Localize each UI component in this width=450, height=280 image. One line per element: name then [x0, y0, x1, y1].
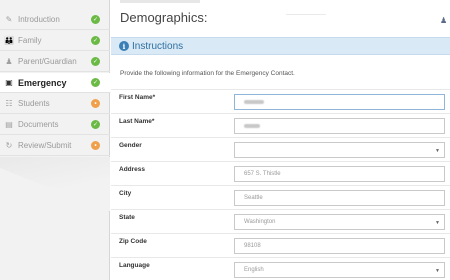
field-label: Zip Code [119, 238, 147, 245]
page-title: Demographics: [120, 10, 208, 25]
form-row-first-name: First Name* [111, 89, 450, 112]
field-value: Washington [244, 219, 276, 225]
check-status-icon: ✓ [91, 120, 100, 129]
sidebar-decoration [0, 157, 110, 212]
sidebar-item-parent-guardian[interactable]: ♟ Parent/Guardian ✓ [0, 52, 110, 72]
instructions-header: i Instructions [111, 37, 450, 55]
dropdown-caret-icon: ▼ [435, 268, 440, 274]
breadcrumb [120, 0, 200, 3]
check-status-icon: ✓ [91, 78, 100, 87]
sidebar-item-family[interactable]: 👪 Family ✓ [0, 31, 110, 51]
documents-icon: ▤ [5, 120, 13, 129]
user-icon[interactable]: ♟ [440, 16, 448, 25]
field-label: State [119, 214, 135, 221]
check-status-icon: ✓ [91, 36, 100, 45]
dropdown-caret-icon: ▼ [435, 148, 440, 154]
form-row-last-name: Last Name* [111, 113, 450, 136]
title-divider [286, 14, 326, 15]
gender-select[interactable]: ▼ [234, 142, 445, 158]
field-label: Language [119, 262, 150, 269]
sidebar-item-label: Emergency [18, 77, 67, 88]
dropdown-caret-icon: ▼ [435, 220, 440, 226]
redacted-value [244, 100, 264, 104]
sidebar-item-label: Review/Submit [18, 141, 72, 150]
language-select[interactable]: English ▼ [234, 262, 445, 278]
field-label: Address [119, 166, 146, 173]
info-icon: i [119, 41, 129, 51]
instructions-text: Provide the following information for th… [120, 70, 295, 77]
sidebar-item-students[interactable]: ☷ Students • [0, 94, 110, 114]
field-label: City [119, 190, 132, 197]
app-root: ✎ Introduction ✓ 👪 Family ✓ ♟ Parent/Guardian ✓ ▣… [0, 0, 450, 280]
last-name-input[interactable] [234, 118, 445, 134]
person-icon: ♟ [5, 57, 13, 66]
sidebar-item-review-submit[interactable]: ↻ Review/Submit • [0, 136, 110, 156]
form-row-gender: Gender ▼ [111, 137, 450, 160]
check-status-icon: ✓ [91, 57, 100, 66]
family-icon: 👪 [4, 36, 14, 45]
main-content: Demographics: ♟ i Instructions Provide t… [111, 0, 450, 280]
sidebar-item-emergency[interactable]: ▣ Emergency ✓ [0, 73, 111, 93]
field-value: 657 S. Thistle [244, 171, 281, 177]
sidebar-item-label: Introduction [18, 15, 60, 24]
city-input[interactable]: Seattle [234, 190, 445, 206]
redacted-value [244, 124, 260, 128]
field-value: English [244, 267, 264, 273]
sidebar-nav: ✎ Introduction ✓ 👪 Family ✓ ♟ Parent/Guardian ✓ ▣… [0, 0, 111, 280]
field-value: 98108 [244, 243, 261, 249]
pending-status-icon: • [91, 99, 100, 108]
zip-code-input[interactable]: 98108 [234, 238, 445, 254]
sidebar-item-label: Family [18, 36, 42, 45]
pencil-icon: ✎ [5, 15, 13, 24]
state-select[interactable]: Washington ▼ [234, 214, 445, 230]
review-icon: ↻ [5, 141, 13, 150]
field-label: Gender [119, 142, 142, 149]
sidebar-item-introduction[interactable]: ✎ Introduction ✓ [0, 10, 110, 30]
sidebar-item-label: Students [18, 99, 50, 108]
field-label: First Name* [119, 94, 156, 101]
field-value: Seattle [244, 195, 263, 201]
contact-card-icon: ▣ [5, 78, 13, 87]
instructions-title: Instructions [132, 40, 184, 52]
first-name-input[interactable] [234, 94, 445, 110]
address-input[interactable]: 657 S. Thistle [234, 166, 445, 182]
check-status-icon: ✓ [91, 15, 100, 24]
form-row-state: State Washington ▼ [111, 209, 450, 232]
form-row-zip-code: Zip Code 98108 [111, 233, 450, 256]
sidebar-item-label: Parent/Guardian [18, 57, 77, 66]
form-row-language: Language English ▼ [111, 257, 450, 280]
students-icon: ☷ [5, 99, 13, 108]
sidebar-item-documents[interactable]: ▤ Documents ✓ [0, 115, 110, 135]
field-label: Last Name* [119, 118, 155, 125]
sidebar-item-label: Documents [18, 120, 59, 129]
pending-status-icon: • [91, 141, 100, 150]
form-row-address: Address 657 S. Thistle [111, 161, 450, 184]
form-row-city: City Seattle [111, 185, 450, 208]
